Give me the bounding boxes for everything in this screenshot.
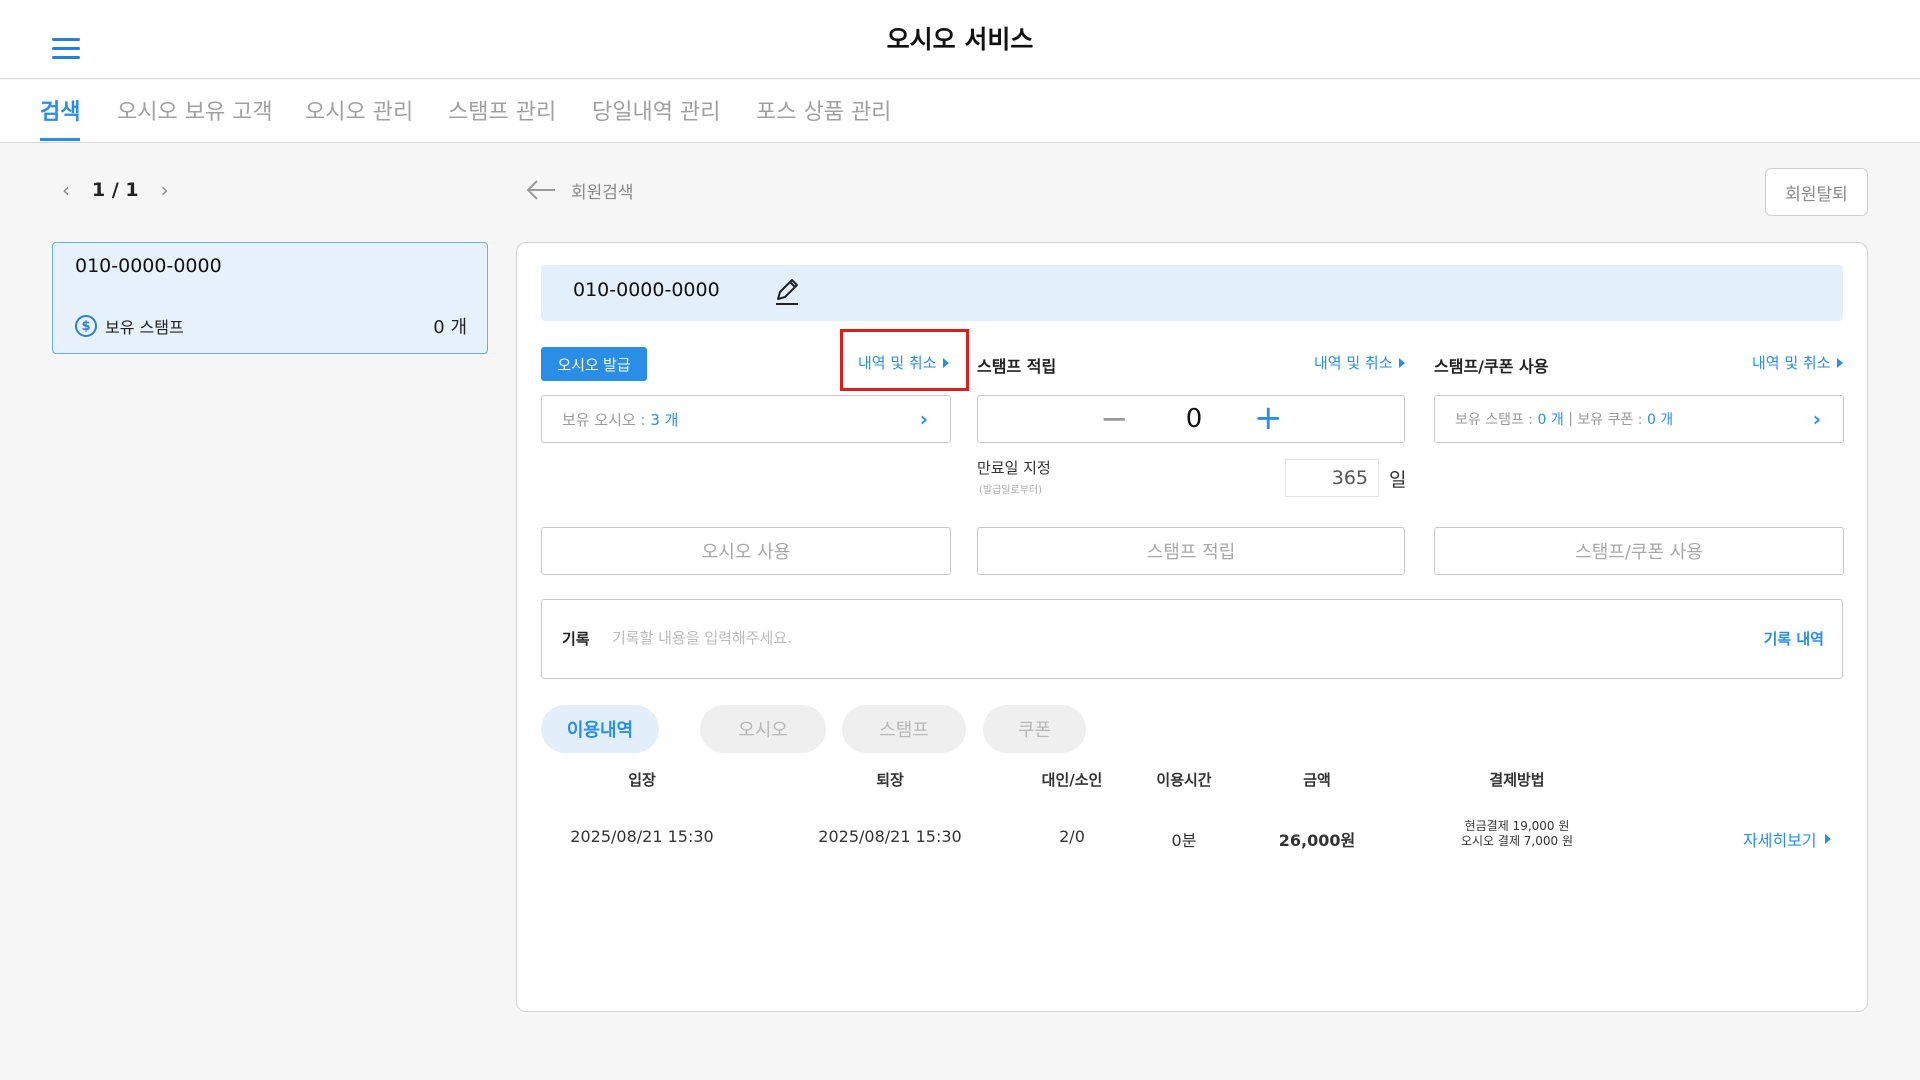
stamp-earn-title: 스탬프 적립 (977, 357, 1057, 376)
stamp-quantity-stepper: − 0 + (977, 395, 1405, 443)
td-amount: 26,000원 (1278, 831, 1356, 850)
main-tabs: 검색 오시오 보유 고객 오시오 관리 스탬프 관리 당일내역 관리 포스 상품… (0, 80, 1920, 143)
back-to-member-search[interactable]: 회원검색 (525, 178, 634, 203)
earn-stamp-button[interactable]: 스탬프 적립 (977, 527, 1405, 575)
member-list-phone: 010-0000-0000 (75, 255, 222, 277)
arrow-left-icon (525, 179, 557, 202)
tab-osio-customers[interactable]: 오시오 보유 고객 (117, 94, 273, 138)
tab-pos-products[interactable]: 포스 상품 관리 (756, 94, 891, 138)
osio-held-prefix: 보유 오시오 : (562, 410, 646, 429)
tab-daily-history[interactable]: 당일내역 관리 (592, 94, 720, 138)
held-coupon-prefix: 보유 쿠폰 : (1577, 412, 1643, 428)
held-coupon-value: 0 개 (1646, 412, 1674, 428)
member-stamp-count: 0 개 (433, 317, 467, 338)
tab-stamp-management[interactable]: 스탬프 관리 (448, 94, 556, 138)
record-history-link[interactable]: 기록 내역 (1764, 628, 1824, 649)
expiry-days-input[interactable] (1285, 459, 1379, 497)
td-duration: 0분 (1171, 831, 1197, 850)
td-entry: 2025/08/21 15:30 (570, 827, 714, 846)
tab-osio-history[interactable]: 오시오 (700, 705, 826, 753)
tab-usage-history[interactable]: 이용내역 (541, 705, 659, 753)
td-payment: 현금결제 19,000 원 오시오 결제 7,000 원 (1417, 819, 1617, 849)
th-exit: 퇴장 (876, 771, 904, 789)
osio-held-box[interactable]: 보유 오시오 : 3 개 › (541, 395, 951, 443)
th-people: 대인/소인 (1041, 771, 1103, 789)
pager-label: 1 / 1 (92, 179, 139, 201)
app-title: 오시오 서비스 (886, 25, 1034, 54)
th-amount: 금액 (1303, 771, 1331, 789)
stamp-history-label: 내역 및 취소 (1314, 354, 1393, 372)
view-details-link[interactable]: 자세히보기 (1743, 827, 1831, 851)
member-pager: ‹ 1 / 1 › (62, 178, 169, 202)
th-payment: 결제방법 (1489, 771, 1545, 789)
chevron-right-icon: › (1812, 407, 1821, 431)
member-stamp-row: $ 보유 스탬프 0 개 (75, 313, 467, 339)
tab-search[interactable]: 검색 (40, 94, 81, 141)
pager-next-icon[interactable]: › (161, 178, 169, 202)
coin-icon: $ (75, 315, 97, 337)
coupon-history-label: 내역 및 취소 (1752, 354, 1831, 372)
record-input[interactable] (612, 618, 1612, 658)
osio-history-cancel-link[interactable]: 내역 및 취소 (858, 352, 949, 373)
tab-coupon-history[interactable]: 쿠폰 (983, 705, 1086, 753)
osio-held-value: 3 개 (650, 410, 679, 429)
plus-icon[interactable]: + (1254, 398, 1283, 438)
chevron-right-icon: › (919, 407, 928, 431)
member-phone: 010-0000-0000 (573, 279, 720, 301)
payment-line-osio: 오시오 결제 7,000 원 (1460, 834, 1574, 848)
back-label: 회원검색 (571, 183, 634, 203)
member-list-item[interactable]: 010-0000-0000 $ 보유 스탬프 0 개 (52, 242, 488, 354)
stamp-quantity-value: 0 (1185, 404, 1203, 434)
triangle-right-icon (1836, 357, 1843, 368)
expiry-sublabel: (발급일로부터) (979, 485, 1043, 496)
withdraw-member-button[interactable]: 회원탈퇴 (1765, 168, 1868, 216)
stamp-history-cancel-link[interactable]: 내역 및 취소 (1314, 352, 1405, 373)
th-entry: 입장 (628, 771, 656, 789)
th-duration: 이용시간 (1156, 771, 1212, 789)
use-osio-button[interactable]: 오시오 사용 (541, 527, 951, 575)
minus-icon[interactable]: − (1100, 399, 1129, 439)
held-stamp-value: 0 개 (1537, 412, 1564, 428)
record-box: 기록 기록 내역 (541, 599, 1843, 679)
record-label: 기록 (562, 630, 590, 648)
member-detail-panel: 010-0000-0000 오시오 발급 내역 및 취소 보유 오시오 : 3 … (516, 242, 1868, 1012)
stamp-coupon-title: 스탬프/쿠폰 사용 (1434, 357, 1549, 376)
triangle-right-icon (1398, 357, 1405, 368)
view-details-label: 자세히보기 (1743, 831, 1817, 850)
held-separator: | (1568, 411, 1573, 427)
held-stamp-prefix: 보유 스탬프 : (1455, 412, 1534, 428)
member-stamp-label: 보유 스탬프 (105, 318, 184, 337)
tab-stamp-history[interactable]: 스탬프 (842, 705, 966, 753)
app-header: 오시오 서비스 (0, 0, 1920, 79)
pencil-edit-icon[interactable] (773, 277, 801, 307)
triangle-right-icon (1824, 834, 1831, 844)
payment-line-cash: 현금결제 19,000 원 (1464, 819, 1570, 833)
tab-osio-management[interactable]: 오시오 관리 (305, 94, 413, 138)
issue-osio-button[interactable]: 오시오 발급 (541, 347, 647, 381)
td-people: 2/0 (1059, 827, 1085, 846)
member-phone-bar: 010-0000-0000 (541, 265, 1843, 321)
td-exit: 2025/08/21 15:30 (818, 827, 962, 846)
use-stamp-coupon-button[interactable]: 스탬프/쿠폰 사용 (1434, 527, 1844, 575)
osio-history-label: 내역 및 취소 (858, 354, 937, 372)
pager-prev-icon[interactable]: ‹ (62, 178, 70, 202)
expiry-label: 만료일 지정 (977, 459, 1051, 477)
triangle-right-icon (942, 357, 949, 368)
coupon-history-cancel-link[interactable]: 내역 및 취소 (1752, 352, 1843, 373)
expiry-unit: 일 (1389, 469, 1407, 491)
stamp-coupon-held-box[interactable]: 보유 스탬프 : 0 개 | 보유 쿠폰 : 0 개 › (1434, 395, 1844, 443)
